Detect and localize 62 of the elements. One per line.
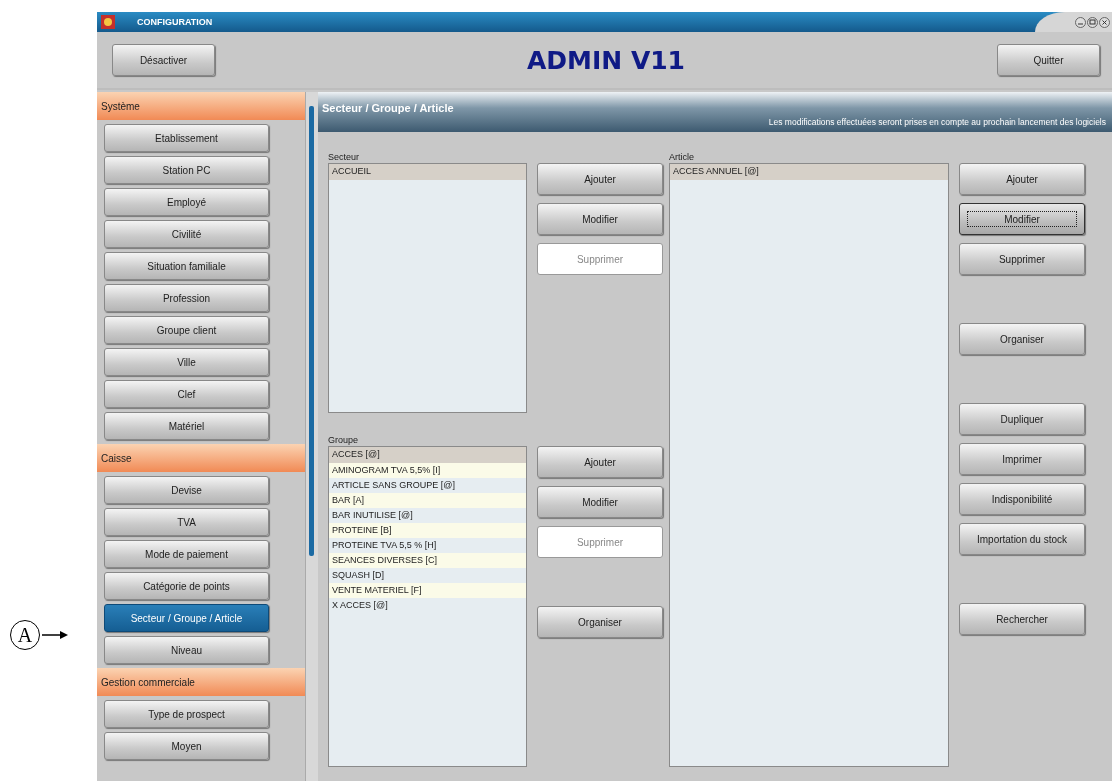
maximize-icon[interactable]	[1087, 16, 1098, 28]
deactivate-button[interactable]: Désactiver	[112, 44, 215, 76]
sidebar-item[interactable]: Moyen	[104, 732, 269, 760]
sidebar-item[interactable]: Ville	[104, 348, 269, 376]
action-button[interactable]: Imprimer	[959, 443, 1085, 475]
sidebar-item[interactable]: Niveau	[104, 636, 269, 664]
list-item[interactable]: SEANCES DIVERSES [C]	[329, 553, 526, 568]
scrollbar[interactable]	[305, 92, 318, 781]
section-header[interactable]: Caisse	[97, 444, 305, 472]
sidebar-item[interactable]: Station PC	[104, 156, 269, 184]
list-item[interactable]: PROTEINE [B]	[329, 523, 526, 538]
list-item[interactable]: VENTE MATERIEL [F]	[329, 583, 526, 598]
sidebar-item[interactable]: Etablissement	[104, 124, 269, 152]
action-button[interactable]: Modifier	[537, 203, 663, 235]
sidebar-item[interactable]: Type de prospect	[104, 700, 269, 728]
list-item[interactable]: ACCUEIL	[329, 164, 526, 180]
minimize-icon[interactable]	[1075, 16, 1086, 28]
action-button[interactable]: Rechercher	[959, 603, 1085, 635]
list-item[interactable]: ACCES ANNUEL [@]	[670, 164, 948, 180]
sidebar-item[interactable]: Groupe client	[104, 316, 269, 344]
close-icon[interactable]	[1099, 16, 1110, 28]
sidebar-item[interactable]: Mode de paiement	[104, 540, 269, 568]
sidebar-item[interactable]: Situation familiale	[104, 252, 269, 280]
section-header[interactable]: Gestion commerciale	[97, 668, 305, 696]
quit-button[interactable]: Quitter	[997, 44, 1100, 76]
list-label: Article	[669, 152, 695, 162]
action-button[interactable]: Dupliquer	[959, 403, 1085, 435]
sidebar-item[interactable]: Devise	[104, 476, 269, 504]
panel-title: Secteur / Groupe / Article	[322, 102, 454, 116]
list-item[interactable]: AMINOGRAM TVA 5,5% [I]	[329, 463, 526, 478]
action-button[interactable]: Organiser	[537, 606, 663, 638]
list-box[interactable]: ACCES ANNUEL [@]	[669, 163, 949, 767]
sidebar-item[interactable]: Secteur / Groupe / Article	[104, 604, 269, 632]
list-label: Secteur	[328, 152, 361, 162]
action-button[interactable]: Modifier	[537, 486, 663, 518]
list-box[interactable]: ACCUEIL	[328, 163, 527, 413]
section-header[interactable]: Système	[97, 92, 305, 120]
app-icon	[101, 15, 115, 29]
action-button[interactable]: Modifier	[959, 203, 1085, 235]
sidebar-item[interactable]: TVA	[104, 508, 269, 536]
app-heading: ADMIN V11	[526, 45, 685, 75]
action-button[interactable]: Ajouter	[537, 446, 663, 478]
sidebar-item[interactable]: Clef	[104, 380, 269, 408]
action-button[interactable]: Ajouter	[959, 163, 1085, 195]
panel-note: Les modifications effectuées seront prises en compte au prochain lancement des logiciels	[768, 117, 1106, 129]
sidebar-item[interactable]: Employé	[104, 188, 269, 216]
action-button[interactable]: Supprimer	[959, 243, 1085, 275]
sidebar-item[interactable]: Catégorie de points	[104, 572, 269, 600]
window-title: CONFIGURATION	[137, 17, 213, 27]
list-item[interactable]: ACCES [@]	[329, 447, 526, 463]
sidebar-item[interactable]: Profession	[104, 284, 269, 312]
action-button[interactable]: Ajouter	[537, 163, 663, 195]
callout-arrow	[42, 630, 68, 640]
action-button[interactable]: Importation du stock	[959, 523, 1085, 555]
action-button[interactable]: Indisponibilité	[959, 483, 1085, 515]
sidebar-item[interactable]: Civilité	[104, 220, 269, 248]
list-item[interactable]: BAR [A]	[329, 493, 526, 508]
sidebar-item[interactable]: Matériel	[104, 412, 269, 440]
action-button[interactable]: Organiser	[959, 323, 1085, 355]
list-box[interactable]: ACCES [@] AMINOGRAM TVA 5,5% [I] ARTICLE SANS GROUPE [@] BAR [A] BAR INUTILISE [@] PROTEINE [B] PROTEINE TVA 5,5 % [H] SEANCES DIVERSES [C] SQUASH [D] VENTE MATERIEL [F] X ACCES [@]	[328, 446, 527, 767]
list-label: Groupe	[328, 435, 360, 445]
scrollbar-thumb[interactable]	[309, 106, 314, 556]
